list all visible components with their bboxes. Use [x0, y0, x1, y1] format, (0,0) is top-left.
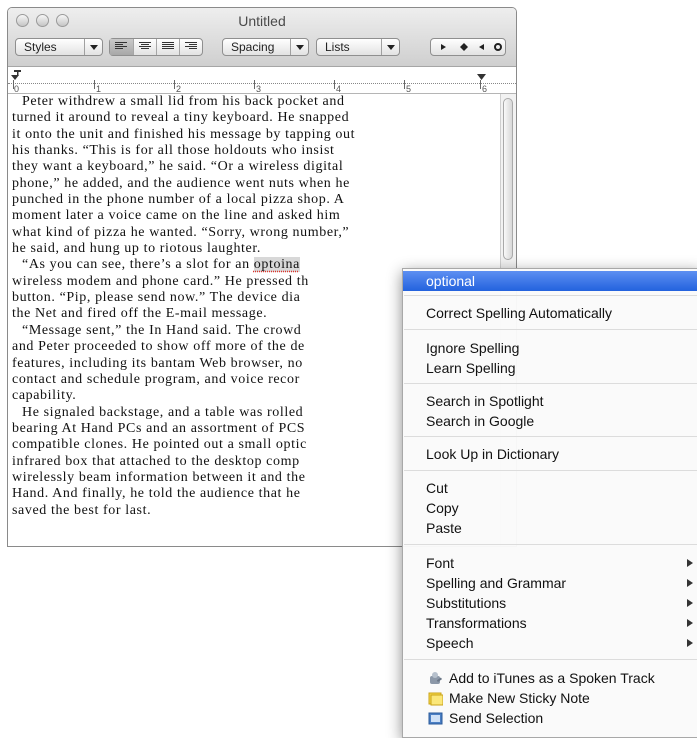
ruler-tick [334, 80, 335, 89]
menu-separator [404, 329, 697, 330]
align-left-icon [115, 42, 127, 50]
ruler[interactable]: 0 1 2 3 4 5 6 [8, 67, 516, 94]
menu-item-substitutions[interactable]: Substitutions [403, 593, 697, 613]
submenu-arrow-icon [687, 639, 693, 647]
menu-item-label: Spelling and Grammar [426, 575, 567, 591]
menu-separator [404, 470, 697, 471]
chevron-down-icon [381, 39, 399, 55]
menu-item-label: Font [426, 555, 455, 571]
ruler-tick [404, 80, 405, 89]
menu-item-label: Send Selection [449, 710, 544, 726]
right-margin-marker-icon[interactable] [476, 73, 488, 81]
lists-label: Lists [325, 40, 350, 54]
sticky-note-icon [428, 692, 443, 706]
menu-separator [404, 383, 697, 384]
paragraph: Peter withdrew a small lid from his back… [8, 94, 500, 257]
menu-item-spelling-grammar[interactable]: Spelling and Grammar [403, 573, 697, 593]
ruler-tick [174, 80, 175, 89]
text-line: it onto the unit and finished his messag… [12, 126, 356, 142]
tab-stops-control[interactable] [430, 38, 506, 56]
automator-robot-icon [430, 672, 443, 684]
ruler-tick [480, 80, 481, 89]
menu-item-new-sticky-note[interactable]: Make New Sticky Note [403, 688, 697, 708]
menu-item-ignore-spelling[interactable]: Ignore Spelling [403, 338, 697, 358]
menu-item-label: Substitutions [426, 595, 507, 611]
scrollbar-thumb[interactable] [503, 98, 513, 260]
menu-item-label: Transformations [426, 615, 527, 631]
misspelled-word[interactable]: optoina [253, 257, 300, 273]
alignment-control[interactable] [109, 38, 203, 56]
tab-stops-icon [441, 43, 502, 51]
styles-label: Styles [24, 40, 57, 54]
ruler-number: 1 [96, 84, 102, 94]
ruler-baseline [8, 83, 516, 84]
submenu-arrow-icon [687, 559, 693, 567]
align-center-icon [139, 42, 151, 50]
menu-item-add-to-itunes[interactable]: Add to iTunes as a Spoken Track [403, 668, 697, 688]
menu-item-search-google[interactable]: Search in Google [403, 411, 697, 431]
align-right-icon [185, 42, 197, 50]
menu-item-look-up-dictionary[interactable]: Look Up in Dictionary [403, 444, 697, 464]
menu-separator [404, 436, 697, 437]
menu-item-paste[interactable]: Paste [403, 518, 697, 538]
title-bar[interactable]: Untitled Styles Spacing Lists [8, 8, 516, 67]
align-justify-icon [162, 42, 174, 50]
align-justify-button[interactable] [156, 39, 179, 55]
menu-item-correct-spelling-automatically[interactable]: Correct Spelling Automatically [403, 303, 697, 323]
ruler-number: 6 [482, 84, 488, 94]
submenu-arrow-icon [687, 619, 693, 627]
context-menu: optional Correct Spelling Automatically … [402, 268, 697, 738]
menu-separator [404, 544, 697, 545]
ruler-tick [254, 80, 255, 89]
menu-separator [404, 659, 697, 660]
menu-item-transformations[interactable]: Transformations [403, 613, 697, 633]
text-line: his thanks. “This is for all those holdo… [12, 143, 335, 159]
ruler-number: 4 [336, 84, 342, 94]
menu-item-label: Make New Sticky Note [449, 690, 590, 706]
styles-popup[interactable]: Styles [15, 38, 103, 56]
ruler-number: 2 [176, 84, 182, 94]
menu-item-search-spotlight[interactable]: Search in Spotlight [403, 391, 697, 411]
menu-item-copy[interactable]: Copy [403, 498, 697, 518]
text-line: moment later a voice came on the line an… [12, 208, 341, 224]
text-line: Peter withdrew a small lid from his back… [22, 94, 345, 109]
submenu-arrow-icon [687, 579, 693, 587]
ruler-number: 3 [256, 84, 262, 94]
lists-popup[interactable]: Lists [316, 38, 400, 56]
menu-separator [404, 295, 697, 296]
text-line: they want a keyboard,” he said. “Or a wi… [12, 159, 344, 175]
spacing-label: Spacing [231, 40, 275, 54]
menu-item-font[interactable]: Font [403, 553, 697, 573]
text-line: what kind of pizza he wanted. “Sorry, wr… [12, 224, 350, 240]
submenu-arrow-icon [687, 599, 693, 607]
send-selection-icon [428, 712, 443, 725]
menu-item-cut[interactable]: Cut [403, 478, 697, 498]
menu-item-label: Add to iTunes as a Spoken Track [449, 670, 655, 686]
align-left-button[interactable] [110, 39, 133, 55]
menu-item-label: Speech [426, 635, 474, 651]
chevron-down-icon [84, 39, 102, 55]
menu-item-learn-spelling[interactable]: Learn Spelling [403, 358, 697, 378]
menu-item-suggestion[interactable]: optional [403, 271, 697, 291]
text-line: phone,” he added, and the audience went … [12, 175, 350, 191]
menu-item-send-selection[interactable]: Send Selection [403, 708, 697, 728]
ruler-number: 5 [406, 84, 412, 94]
spacing-popup[interactable]: Spacing [222, 38, 309, 56]
chevron-down-icon [290, 39, 308, 55]
ruler-number: 0 [14, 84, 20, 94]
text-line: turned it around to reveal a tiny keyboa… [12, 110, 350, 126]
indent-marker-icon[interactable] [10, 69, 22, 83]
text-line: he said, and hung up to riotous laughter… [12, 241, 261, 257]
text-line: punched in the phone number of a local p… [12, 192, 345, 208]
align-center-button[interactable] [133, 39, 156, 55]
menu-item-speech[interactable]: Speech [403, 633, 697, 653]
text-run: “As you can see, there’s a slot for an [22, 257, 254, 273]
window-title: Untitled [238, 13, 286, 29]
ruler-tick [94, 80, 95, 89]
align-right-button[interactable] [179, 39, 202, 55]
